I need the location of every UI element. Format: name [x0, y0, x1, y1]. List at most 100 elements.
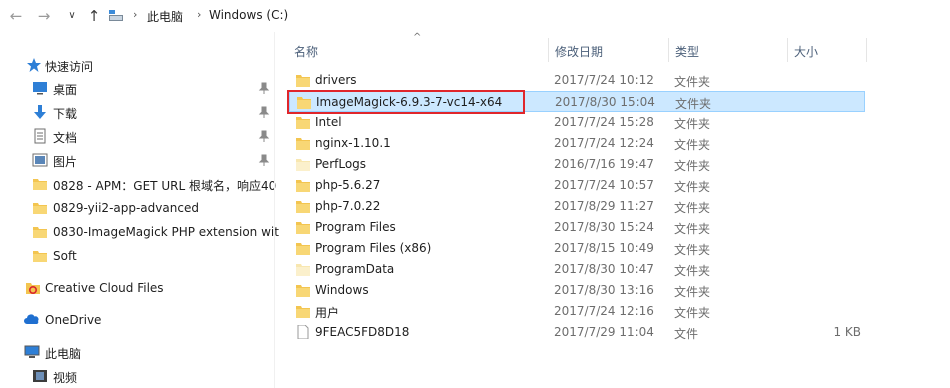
- file-name: 9FEAC5FD8D18: [315, 325, 410, 339]
- sidebar-label: 0828 - APM：GET URL 根域名，响应40: [53, 179, 277, 193]
- file-date: 2017/7/24 12:16: [554, 304, 654, 318]
- breadcrumb-separator[interactable]: ›: [133, 8, 137, 21]
- column-header-size[interactable]: 大小: [794, 43, 818, 67]
- file-name: PerfLogs: [315, 157, 367, 171]
- file-type: 文件: [674, 327, 699, 341]
- creative-cloud-icon: [26, 283, 40, 295]
- breadcrumb-this-pc[interactable]: 此电脑: [147, 8, 183, 25]
- sidebar-label: 图片: [53, 155, 78, 169]
- table-row[interactable]: php-5.6.27 2017/7/24 10:57 文件夹: [289, 175, 865, 196]
- pin-icon[interactable]: [258, 82, 270, 94]
- file-type: 文件夹: [674, 285, 711, 299]
- table-row[interactable]: php-7.0.22 2017/8/29 11:27 文件夹: [289, 196, 865, 217]
- sidebar-item-folder[interactable]: Soft: [0, 245, 274, 267]
- file-name: ProgramData: [315, 262, 395, 276]
- file-size: 1 KB: [833, 325, 861, 339]
- file-date: 2017/7/29 11:04: [554, 325, 654, 339]
- file-type: 文件夹: [674, 264, 711, 278]
- sidebar-item-desktop[interactable]: 桌面: [0, 77, 274, 99]
- sidebar-label: 此电脑: [45, 347, 82, 361]
- arrow-up-icon[interactable]: ↑: [84, 6, 104, 26]
- sidebar-item-documents[interactable]: 文档: [0, 125, 274, 147]
- picture-icon: [32, 153, 48, 167]
- table-row[interactable]: Intel 2017/7/24 15:28 文件夹: [289, 112, 865, 133]
- file-date: 2016/7/16 19:47: [554, 157, 654, 171]
- sidebar-item-onedrive[interactable]: OneDrive: [0, 309, 274, 331]
- pane-splitter[interactable]: [274, 32, 275, 388]
- folder-icon: [296, 201, 310, 213]
- sidebar-label: 下载: [53, 107, 78, 121]
- column-divider[interactable]: [866, 38, 867, 62]
- table-row[interactable]: ProgramData 2017/8/30 10:47 文件夹: [289, 259, 865, 280]
- folder-icon: [296, 75, 310, 87]
- file-date: 2017/8/30 10:47: [554, 262, 654, 276]
- table-row[interactable]: Program Files (x86) 2017/8/15 10:49 文件夹: [289, 238, 865, 259]
- cloud-icon: [24, 314, 39, 324]
- file-name: php-7.0.22: [315, 199, 381, 213]
- table-row[interactable]: 用户 2017/7/24 12:16 文件夹: [289, 301, 865, 322]
- sidebar-label: OneDrive: [45, 313, 102, 327]
- sidebar-item-folder[interactable]: 0829-yii2-app-advanced: [0, 197, 274, 219]
- pin-icon[interactable]: [258, 106, 270, 118]
- folder-icon: [33, 203, 47, 214]
- column-divider[interactable]: [787, 38, 788, 62]
- file-name: nginx-1.10.1: [315, 136, 391, 150]
- sidebar-item-quick-access[interactable]: 快速访问: [0, 54, 274, 76]
- column-header-date[interactable]: 修改日期: [555, 43, 603, 67]
- sidebar-label: Soft: [53, 249, 77, 263]
- document-icon: [34, 128, 46, 144]
- arrow-right-icon[interactable]: →: [34, 6, 54, 26]
- file-type: 文件夹: [674, 75, 711, 89]
- file-date: 2017/7/24 10:12: [554, 73, 654, 87]
- pin-icon[interactable]: [258, 154, 270, 166]
- desktop-icon: [33, 82, 47, 95]
- sidebar-label: 0829-yii2-app-advanced: [53, 201, 199, 215]
- table-row[interactable]: 9FEAC5FD8D18 2017/7/29 11:04 文件 1 KB: [289, 322, 865, 343]
- download-icon: [34, 105, 46, 119]
- table-row[interactable]: drivers 2017/7/24 10:12 文件夹: [289, 70, 865, 91]
- sidebar-item-this-pc[interactable]: 此电脑: [0, 341, 274, 363]
- column-header-type[interactable]: 类型: [675, 43, 699, 67]
- file-name: Program Files: [315, 220, 396, 234]
- folder-icon: [296, 159, 310, 171]
- file-type: 文件夹: [674, 117, 711, 131]
- table-row[interactable]: Windows 2017/8/30 13:16 文件夹: [289, 280, 865, 301]
- computer-icon: [24, 345, 40, 358]
- sidebar-item-folder[interactable]: 0830-ImageMagick PHP extension wit: [0, 221, 279, 243]
- column-divider[interactable]: [548, 38, 549, 62]
- file-type: 文件夹: [674, 222, 711, 236]
- sidebar-item-videos[interactable]: 视频: [0, 365, 274, 387]
- sidebar-item-downloads[interactable]: 下载: [0, 101, 274, 123]
- folder-icon: [296, 243, 310, 255]
- file-icon: [297, 325, 309, 339]
- pin-icon[interactable]: [258, 130, 270, 142]
- breadcrumb-drive[interactable]: Windows (C:): [209, 8, 288, 22]
- sidebar-item-folder[interactable]: 0828 - APM：GET URL 根域名，响应40: [0, 173, 277, 195]
- address-bar: ← → ∨ ↑ › 此电脑 › Windows (C:): [0, 0, 950, 32]
- navigation-pane: 快速访问 桌面 下载 文档 图片 0828 - APM：GET URL 根域名，…: [0, 32, 279, 388]
- breadcrumb-separator[interactable]: ›: [197, 8, 201, 21]
- folder-icon: [296, 117, 310, 129]
- file-type: 文件夹: [675, 97, 712, 111]
- folder-icon: [33, 227, 47, 238]
- file-type: 文件夹: [674, 159, 711, 173]
- file-name: Windows: [315, 283, 369, 297]
- sidebar-label: Creative Cloud Files: [45, 281, 164, 295]
- column-divider[interactable]: [668, 38, 669, 62]
- chevron-down-icon[interactable]: ∨: [62, 6, 82, 26]
- sidebar-item-creative-cloud[interactable]: Creative Cloud Files: [0, 277, 274, 299]
- column-header-name[interactable]: 名称: [294, 43, 318, 67]
- sidebar-item-pictures[interactable]: 图片: [0, 149, 274, 171]
- table-row[interactable]: nginx-1.10.1 2017/7/24 12:24 文件夹: [289, 133, 865, 154]
- table-row[interactable]: PerfLogs 2016/7/16 19:47 文件夹: [289, 154, 865, 175]
- file-type: 文件夹: [674, 201, 711, 215]
- folder-icon: [296, 222, 310, 234]
- arrow-left-icon[interactable]: ←: [6, 6, 26, 26]
- folder-icon: [296, 306, 310, 318]
- sidebar-label: 快速访问: [45, 60, 94, 74]
- sort-ascending-icon: ^: [413, 32, 422, 43]
- sidebar-label: 桌面: [53, 83, 78, 97]
- folder-icon: [296, 138, 310, 150]
- file-date: 2017/8/30 15:04: [555, 95, 655, 109]
- table-row[interactable]: Program Files 2017/8/30 15:24 文件夹: [289, 217, 865, 238]
